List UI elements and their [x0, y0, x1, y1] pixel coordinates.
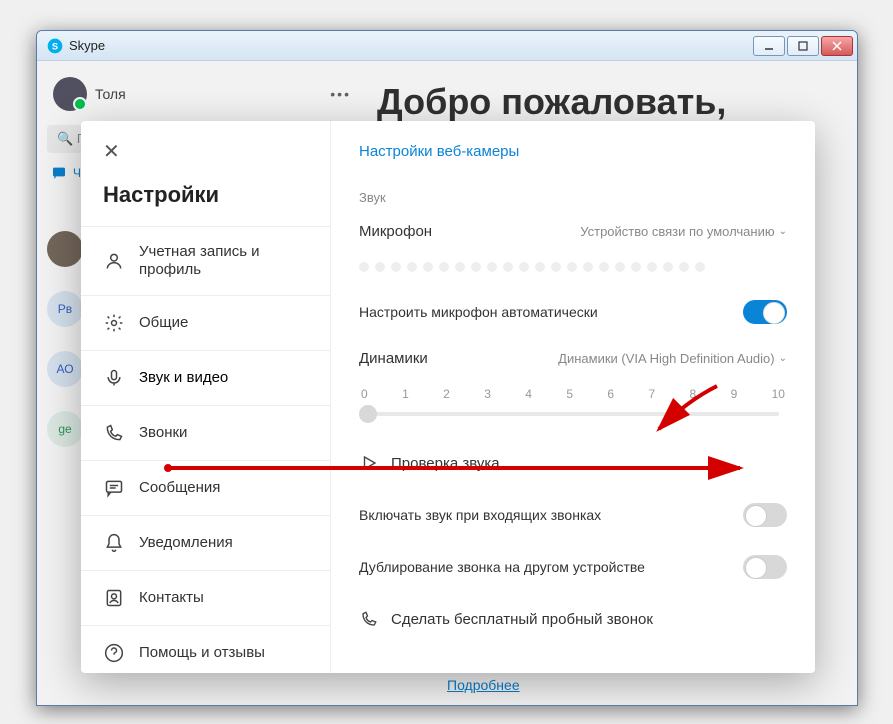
microphone-level-meter [359, 262, 787, 272]
svg-text:S: S [52, 41, 58, 51]
nav-label: Помощь и отзывы [139, 644, 265, 662]
settings-title: Настройки [81, 182, 330, 226]
close-button[interactable] [821, 36, 853, 56]
contacts-icon [103, 587, 125, 609]
chevron-down-icon: ⌄ [779, 226, 787, 237]
window-controls [753, 36, 853, 56]
nav-contacts[interactable]: Контакты [81, 570, 330, 625]
nav-account[interactable]: Учетная запись и профиль [81, 226, 330, 295]
microphone-row: Микрофон Устройство связи по умолчанию ⌄ [359, 217, 787, 246]
user-icon [103, 250, 125, 272]
speakers-device-select[interactable]: Динамики (VIA High Definition Audio) ⌄ [558, 351, 787, 366]
duplicate-ring-label: Дублирование звонка на другом устройстве [359, 559, 645, 575]
nav-label: Общие [139, 314, 188, 332]
webcam-settings-link[interactable]: Настройки веб-камеры [359, 143, 787, 160]
nav-messages[interactable]: Сообщения [81, 460, 330, 515]
duplicate-ring-row: Дублирование звонка на другом устройстве [359, 547, 787, 587]
settings-modal: ✕ Настройки Учетная запись и профиль Общ… [81, 121, 815, 673]
nav-label: Сообщения [139, 479, 220, 497]
auto-mic-row: Настроить микрофон автоматически [359, 292, 787, 332]
speakers-row: Динамики Динамики (VIA High Definition A… [359, 344, 787, 373]
free-trial-call-label: Сделать бесплатный пробный звонок [391, 611, 653, 628]
window-title: Skype [69, 38, 753, 53]
skype-icon: S [47, 38, 63, 54]
nav-help[interactable]: Помощь и отзывы [81, 625, 330, 673]
app-window: S Skype Толя ••• 🔍 Пои Чаты [36, 30, 858, 706]
nav-label: Звонки [139, 424, 187, 442]
auto-mic-toggle[interactable] [743, 300, 787, 324]
nav-calls[interactable]: Звонки [81, 405, 330, 460]
nav-general[interactable]: Общие [81, 295, 330, 350]
test-audio-label: Проверка звука [391, 455, 500, 472]
nav-audio-video[interactable]: Звук и видео [81, 350, 330, 405]
message-icon [103, 477, 125, 499]
settings-nav: ✕ Настройки Учетная запись и профиль Общ… [81, 121, 331, 673]
speakers-volume-slider[interactable]: 012345678910 [359, 387, 787, 423]
nav-label: Учетная запись и профиль [139, 243, 308, 279]
phone-icon [103, 422, 125, 444]
settings-close-button[interactable]: ✕ [81, 121, 142, 182]
settings-content: Настройки веб-камеры Звук Микрофон Устро… [331, 121, 815, 673]
app-body: Толя ••• 🔍 Пои Чаты Добро пожаловать, Вр… [37, 61, 857, 705]
incoming-sound-label: Включать звук при входящих звонках [359, 507, 601, 523]
sound-heading: Звук [359, 190, 787, 205]
maximize-button[interactable] [787, 36, 819, 56]
phone-icon [359, 609, 379, 629]
mic-icon [103, 367, 125, 389]
microphone-device-value: Устройство связи по умолчанию [580, 224, 774, 239]
incoming-sound-toggle[interactable] [743, 503, 787, 527]
slider-thumb[interactable] [359, 405, 377, 423]
microphone-label: Микрофон [359, 223, 432, 240]
titlebar: S Skype [37, 31, 857, 61]
nav-label: Уведомления [139, 534, 233, 552]
gear-icon [103, 312, 125, 334]
test-audio-button[interactable]: Проверка звука [359, 443, 787, 483]
speakers-label: Динамики [359, 350, 428, 367]
free-trial-call-button[interactable]: Сделать бесплатный пробный звонок [359, 599, 787, 639]
help-icon [103, 642, 125, 664]
auto-mic-label: Настроить микрофон автоматически [359, 304, 598, 320]
bell-icon [103, 532, 125, 554]
chevron-down-icon: ⌄ [779, 353, 787, 364]
duplicate-ring-toggle[interactable] [743, 555, 787, 579]
play-icon [359, 453, 379, 473]
nav-label: Контакты [139, 589, 204, 607]
nav-notifications[interactable]: Уведомления [81, 515, 330, 570]
incoming-sound-row: Включать звук при входящих звонках [359, 495, 787, 535]
nav-label: Звук и видео [139, 369, 228, 387]
microphone-device-select[interactable]: Устройство связи по умолчанию ⌄ [580, 224, 787, 239]
minimize-button[interactable] [753, 36, 785, 56]
speakers-device-value: Динамики (VIA High Definition Audio) [558, 351, 774, 366]
